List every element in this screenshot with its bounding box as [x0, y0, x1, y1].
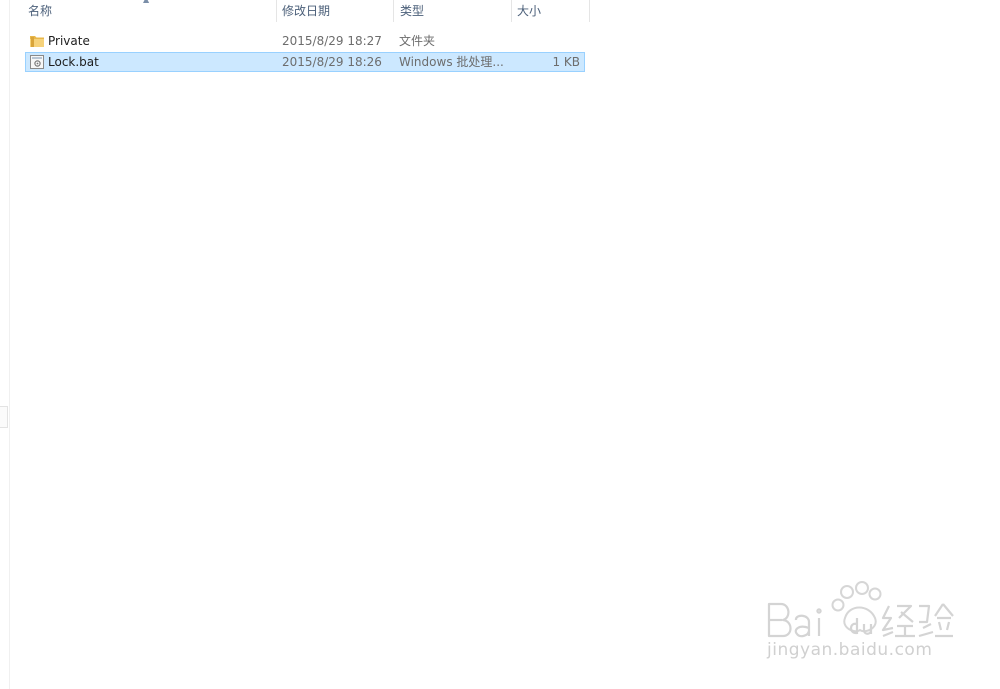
watermark-url: jingyan.baidu.com — [767, 640, 933, 660]
folder-icon — [29, 33, 45, 49]
file-type: 文件夹 — [399, 34, 436, 48]
batch-file-icon — [29, 54, 45, 70]
file-modified-date: 2015/8/29 18:27 — [282, 34, 382, 48]
column-divider[interactable] — [276, 0, 277, 22]
column-header-modified[interactable]: 修改日期 — [282, 0, 330, 22]
column-header-row: 名称 ▲ 修改日期 类型 大小 — [0, 0, 590, 22]
file-name: Private — [48, 34, 90, 48]
column-header-type[interactable]: 类型 — [400, 0, 424, 22]
baidu-jingyan-watermark: jingyan.baidu.com — [765, 578, 955, 673]
navigation-pane-scroll-grip[interactable] — [0, 406, 8, 428]
file-name: Lock.bat — [48, 55, 99, 69]
file-row-private[interactable]: Private 2015/8/29 18:27 文件夹 — [25, 31, 585, 51]
column-divider[interactable] — [393, 0, 394, 22]
file-row-lock-bat[interactable]: Lock.bat 2015/8/29 18:26 Windows 批处理... … — [25, 52, 585, 72]
column-divider[interactable] — [511, 0, 512, 22]
navigation-pane-edge — [0, 0, 10, 689]
file-type: Windows 批处理... — [399, 55, 504, 69]
column-divider[interactable] — [589, 0, 590, 22]
file-size: 1 KB — [552, 55, 580, 69]
column-header-size[interactable]: 大小 — [517, 0, 541, 22]
file-modified-date: 2015/8/29 18:26 — [282, 55, 382, 69]
sort-up-icon: ▲ — [143, 0, 151, 4]
column-header-name[interactable]: 名称 — [28, 0, 52, 22]
